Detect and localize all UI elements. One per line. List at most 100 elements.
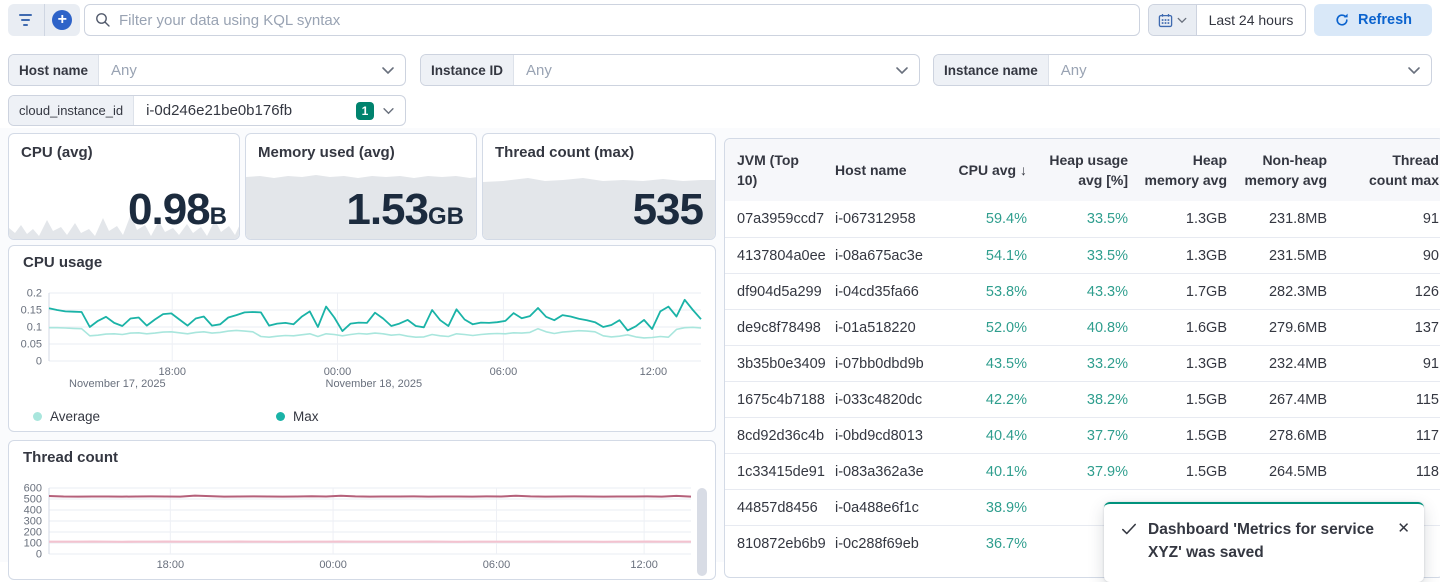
filter-pill-value: i-0d246e21be0b176fb <box>146 102 293 119</box>
table-cell: i-0a488e6f1c <box>835 499 919 516</box>
table-cell: i-07bb0dbd9b <box>835 355 924 372</box>
cpu-usage-chart[interactable]: 0 0.05 0.1 0.15 0.2 18:00 00:00November 18, 20… <box>9 246 715 396</box>
control-value: Any <box>1060 61 1087 79</box>
legend-label: Max <box>293 409 319 424</box>
table-cell: 54.1% <box>985 247 1027 264</box>
table-cell: 43.3% <box>1086 283 1128 300</box>
table-cell: i-0bd9cd8013 <box>835 427 923 444</box>
control-instance-id[interactable]: Instance ID Any <box>420 54 920 86</box>
filter-pill-count-badge: 1 <box>356 101 374 120</box>
table-cell: 137 <box>1414 319 1439 336</box>
table-row[interactable]: df904d5a299 i-04cd35fa66 53.8% 43.3% 1.7GB 28… <box>725 273 1440 309</box>
table-cell: 267.4MB <box>1268 391 1327 408</box>
time-range-label: Last 24 hours <box>1208 12 1294 28</box>
refresh-button[interactable]: Refresh <box>1314 4 1432 36</box>
metric-card-thread-count-max[interactable]: Thread count (max) 535 <box>482 133 716 240</box>
table-column-header[interactable]: CPU avg ↓ <box>931 154 1031 186</box>
table-column-header[interactable]: Host name <box>835 154 931 186</box>
svg-text:600: 600 <box>24 483 42 495</box>
legend-item-average[interactable]: Average <box>33 409 100 424</box>
add-filter-button[interactable]: + <box>43 4 81 36</box>
control-value: Any <box>111 61 137 79</box>
svg-text:18:00: 18:00 <box>158 366 186 378</box>
table-cell: 33.2% <box>1086 355 1128 372</box>
table-row[interactable]: 8cd92d36c4b i-0bd9cd8013 40.4% 37.7% 1.5GB 27… <box>725 417 1440 453</box>
table-column-header[interactable]: Non-heap memory avg <box>1231 144 1331 197</box>
table-cell: 42.2% <box>985 391 1027 408</box>
table-row[interactable]: 1c33415de91 i-083a362a3e 40.1% 37.9% 1.5GB 26… <box>725 453 1440 489</box>
control-host-name[interactable]: Host name Any <box>8 54 406 86</box>
svg-text:00:00: 00:00 <box>324 366 352 378</box>
svg-text:0.05: 0.05 <box>21 339 42 351</box>
table-cell: 231.8MB <box>1268 211 1327 227</box>
table-cell: 1.5GB <box>1185 391 1227 408</box>
metric-title: Thread count (max) <box>495 144 635 161</box>
close-icon[interactable]: ✕ <box>1397 518 1410 582</box>
legend-dot-max <box>276 412 286 421</box>
filter-pill-field: cloud_instance_id <box>9 96 135 125</box>
search-icon <box>96 13 110 27</box>
table-row[interactable]: de9c8f78498 i-01a518220 52.0% 40.8% 1.6GB 279… <box>725 309 1440 345</box>
kql-search-bar[interactable] <box>84 4 1140 36</box>
chevron-down-icon <box>896 66 908 74</box>
svg-text:100: 100 <box>24 538 42 550</box>
table-cell: 43.5% <box>985 355 1027 372</box>
svg-text:00:00: 00:00 <box>319 559 347 571</box>
table-row[interactable]: 4137804a0ee i-08a675ac3e 54.1% 33.5% 1.3GB 23… <box>725 237 1440 273</box>
table-cell: 264.5MB <box>1268 463 1327 480</box>
table-row[interactable]: 1675c4b7188 i-033c4820dc 42.2% 38.2% 1.5GB 26… <box>725 381 1440 417</box>
metric-title: Memory used (avg) <box>258 144 395 161</box>
control-label: Host name <box>9 55 100 85</box>
table-column-header[interactable]: Heap memory avg <box>1132 144 1231 197</box>
sort-descending-icon: ↓ <box>1016 161 1027 178</box>
svg-text:November 17, 2025: November 17, 2025 <box>69 378 166 390</box>
metric-card-memory-used-avg[interactable]: Memory used (avg) 1.53GB <box>245 133 477 240</box>
table-cell: 1.6GB <box>1185 319 1227 336</box>
svg-text:12:00: 12:00 <box>640 366 668 378</box>
refresh-label: Refresh <box>1358 12 1412 28</box>
table-cell: i-08a675ac3e <box>835 247 923 264</box>
table-cell: 282.3MB <box>1268 283 1327 300</box>
legend-item-max[interactable]: Max <box>276 409 319 424</box>
svg-text:500: 500 <box>24 494 42 506</box>
metric-value: 0.98B <box>128 185 227 234</box>
kql-search-input[interactable] <box>119 11 1129 29</box>
thread-count-panel: Thread count 0 100 200 300 400 500 600 18:00 00:… <box>8 440 716 580</box>
table-cell: 278.6MB <box>1268 427 1327 444</box>
metric-title: CPU (avg) <box>21 144 93 161</box>
table-cell: 59.4% <box>985 211 1027 227</box>
table-column-header[interactable]: JVM (Top 10) <box>737 144 835 197</box>
table-cell: i-0c288f69eb <box>835 535 919 552</box>
table-cell: de9c8f78498 <box>737 319 821 336</box>
panel-scrollbar[interactable] <box>697 488 707 576</box>
table-row[interactable]: 3b35b0e3409 i-07bb0dbd9b 43.5% 33.2% 1.3GB 23… <box>725 345 1440 381</box>
table-cell: 44857d8456 <box>737 499 818 516</box>
filter-pill-cloud-instance-id[interactable]: cloud_instance_id i-0d246e21be0b176fb 1 <box>8 95 406 126</box>
date-picker-quick-menu-button[interactable] <box>1149 5 1197 35</box>
chevron-down-icon <box>383 107 394 114</box>
table-cell: 40.4% <box>985 427 1027 444</box>
table-column-header[interactable]: Thread count max <box>1331 144 1440 197</box>
svg-text:November 18, 2025: November 18, 2025 <box>326 378 423 390</box>
saved-query-menu-button[interactable] <box>8 4 44 36</box>
table-cell: 1.5GB <box>1185 427 1227 444</box>
control-instance-name[interactable]: Instance name Any <box>933 54 1432 86</box>
table-cell: 36.7% <box>985 535 1027 552</box>
metric-value: 1.53GB <box>346 185 464 234</box>
table-cell: 4137804a0ee <box>737 247 826 264</box>
table-cell: 33.5% <box>1086 211 1128 227</box>
table-cell: 1.3GB <box>1185 355 1227 372</box>
table-cell: 38.9% <box>985 499 1027 516</box>
toast-message: Dashboard 'Metrics for service XYZ' was … <box>1148 521 1374 562</box>
table-cell: 118 <box>1415 463 1439 480</box>
thread-count-chart[interactable]: 0100200300400500600 18:00 00:00 06:00 12:00 <box>9 441 695 579</box>
time-range-button[interactable]: Last 24 hours <box>1197 5 1305 35</box>
table-cell: 1675c4b7188 <box>737 391 825 408</box>
table-cell: i-04cd35fa66 <box>835 283 919 300</box>
table-cell: df904d5a299 <box>737 283 822 300</box>
table-cell: 40.1% <box>985 463 1027 480</box>
table-column-header[interactable]: Heap usage avg [%] <box>1031 144 1132 197</box>
metric-card-cpu-avg[interactable]: CPU (avg) 0.98B <box>8 133 240 240</box>
table-row[interactable]: 07a3959ccd7 i-067312958 59.4% 33.5% 1.3GB 231… <box>725 201 1440 237</box>
table-cell: i-033c4820dc <box>835 391 923 408</box>
